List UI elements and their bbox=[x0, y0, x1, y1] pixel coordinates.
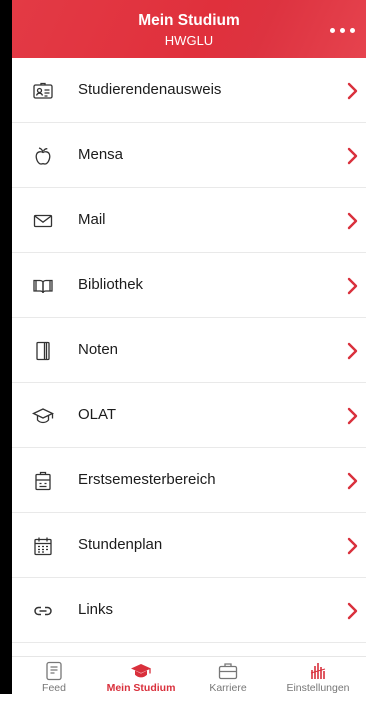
menu-item-label: Bibliothek bbox=[78, 276, 144, 293]
more-horizontal-icon[interactable] bbox=[330, 22, 356, 36]
notebook-icon bbox=[32, 340, 54, 362]
chevron-right-icon bbox=[346, 407, 358, 425]
menu-item-label: Mail bbox=[78, 211, 106, 228]
menu-item-erstsemesterbereich[interactable]: Erstsemesterbereich bbox=[12, 448, 366, 513]
settings-logo-icon bbox=[307, 661, 329, 681]
menu-item-noten[interactable]: Noten bbox=[12, 318, 366, 383]
menu-item-olat[interactable]: OLAT bbox=[12, 383, 366, 448]
chevron-right-icon bbox=[346, 342, 358, 360]
menu-item-links[interactable]: Links bbox=[12, 578, 366, 643]
tab-label: Mein Studium bbox=[106, 682, 176, 694]
tab-feed[interactable]: Feed bbox=[12, 657, 96, 694]
phone-screen: Mein Studium HWGLU Studierendenausweis M… bbox=[0, 0, 366, 706]
menu-item-stundenplan[interactable]: Stundenplan bbox=[12, 513, 366, 578]
menu-item-bibliothek[interactable]: Bibliothek bbox=[12, 253, 366, 318]
app-header: Mein Studium HWGLU bbox=[12, 0, 366, 58]
screen-bottom-bar bbox=[0, 694, 366, 706]
chevron-right-icon bbox=[346, 82, 358, 100]
tab-label: Karriere bbox=[209, 682, 247, 694]
book-open-icon bbox=[32, 275, 54, 297]
menu-item-label: Stundenplan bbox=[78, 536, 163, 553]
feed-icon bbox=[43, 661, 65, 681]
menu-item-mensa[interactable]: Mensa bbox=[12, 123, 366, 188]
tab-einstellungen[interactable]: Einstellungen bbox=[270, 657, 366, 694]
apple-icon bbox=[32, 145, 54, 167]
graduation-cap-icon bbox=[130, 661, 152, 681]
bottom-tab-bar: Feed Mein Studium Karriere Einstellungen bbox=[12, 656, 366, 694]
menu-item-label: Studierendenausweis bbox=[78, 81, 222, 98]
tab-label: Feed bbox=[42, 682, 66, 694]
graduation-cap-icon bbox=[32, 405, 54, 427]
chevron-right-icon bbox=[346, 147, 358, 165]
menu-item-label: Erstsemesterbereich bbox=[78, 471, 216, 488]
menu-item-label: Noten bbox=[78, 341, 119, 358]
menu-item-label: Links bbox=[78, 601, 114, 618]
chevron-right-icon bbox=[346, 212, 358, 230]
calendar-icon bbox=[32, 535, 54, 557]
menu-item-studierendenausweis[interactable]: Studierendenausweis bbox=[12, 58, 366, 123]
screen-edge bbox=[0, 0, 12, 706]
briefcase-icon bbox=[217, 661, 239, 681]
chevron-right-icon bbox=[346, 537, 358, 555]
link-icon bbox=[32, 600, 54, 622]
app-container: Mein Studium HWGLU Studierendenausweis M… bbox=[12, 0, 366, 694]
mail-icon bbox=[32, 210, 54, 232]
chevron-right-icon bbox=[346, 472, 358, 490]
page-subtitle: HWGLU bbox=[164, 33, 214, 48]
tab-mein-studium[interactable]: Mein Studium bbox=[96, 657, 186, 694]
chevron-right-icon bbox=[346, 277, 358, 295]
page-title: Mein Studium bbox=[138, 12, 240, 29]
badge-icon bbox=[32, 470, 54, 492]
chevron-right-icon bbox=[346, 602, 358, 620]
menu-item-label: OLAT bbox=[78, 406, 117, 423]
id-card-icon bbox=[32, 80, 54, 102]
menu-item-label: Mensa bbox=[78, 146, 124, 163]
menu-item-mail[interactable]: Mail bbox=[12, 188, 366, 253]
tab-karriere[interactable]: Karriere bbox=[186, 657, 270, 694]
tab-label: Einstellungen bbox=[286, 682, 350, 694]
